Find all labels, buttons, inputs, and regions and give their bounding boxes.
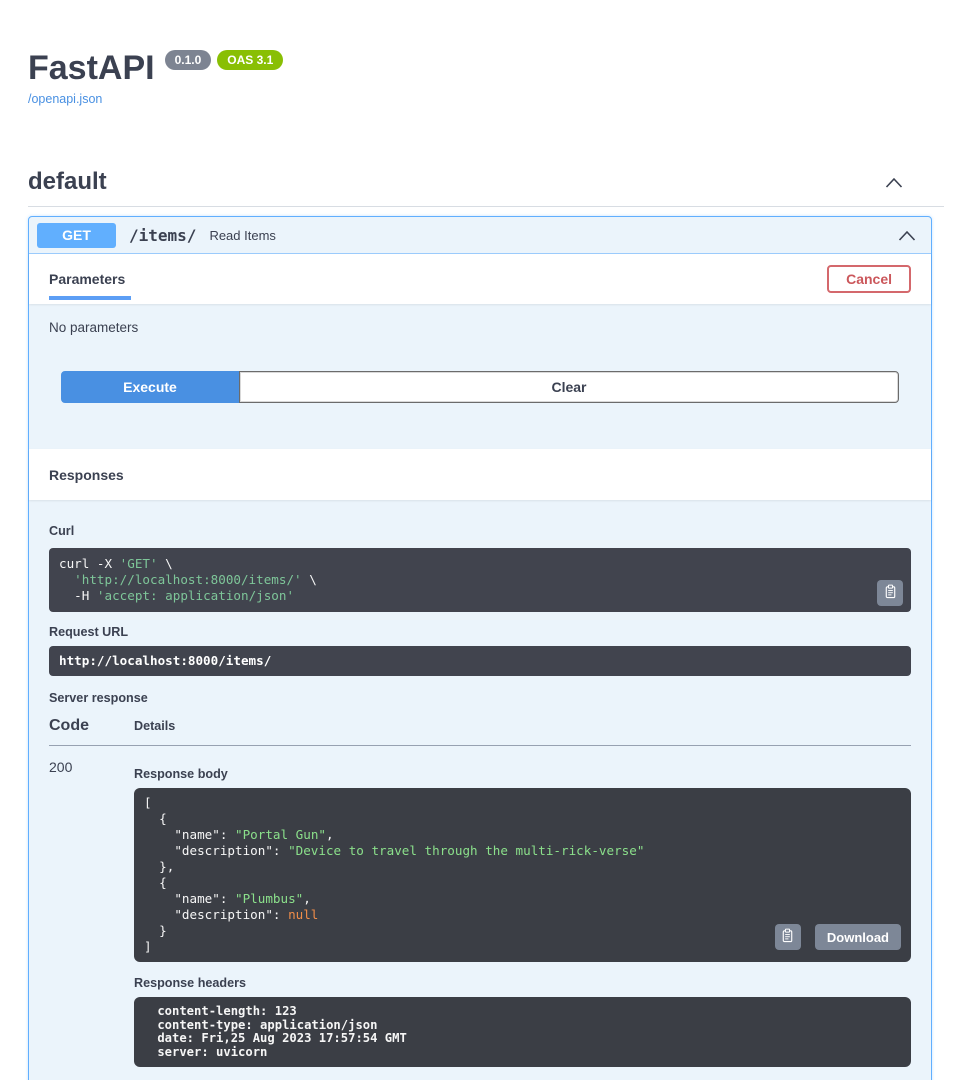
opblock-summary[interactable]: GET /items/ Read Items: [29, 217, 931, 254]
request-url-block: http://localhost:8000/items/: [49, 646, 911, 676]
download-button[interactable]: Download: [815, 924, 901, 950]
parameters-container: No parameters Execute Clear: [29, 304, 931, 449]
oas-badge: OAS 3.1: [217, 50, 283, 70]
responses-section-header: Responses: [29, 449, 931, 500]
openapi-spec-link[interactable]: /openapi.json: [28, 92, 102, 106]
tag-divider: [28, 206, 944, 207]
clipboard-icon: [883, 584, 898, 602]
cancel-button[interactable]: Cancel: [827, 265, 911, 293]
curl-code-block: curl -X 'GET' \ 'http://localhost:8000/i…: [49, 548, 911, 612]
chevron-up-icon[interactable]: [884, 174, 904, 190]
execute-wrapper: Execute Clear: [49, 371, 911, 433]
execute-button[interactable]: Execute: [61, 371, 239, 403]
copy-to-clipboard-button[interactable]: [877, 580, 903, 606]
table-header-row: Code Details: [49, 717, 911, 735]
details-column-header: Details: [134, 719, 175, 733]
response-headers-label: Response headers: [134, 976, 911, 990]
opblock-get-items: GET /items/ Read Items Parameters Cancel…: [28, 216, 932, 1080]
tag-section-default[interactable]: default: [28, 168, 932, 196]
clipboard-icon: [780, 928, 795, 946]
curl-label: Curl: [49, 524, 911, 538]
status-code: 200: [49, 759, 134, 775]
tag-title: default: [28, 168, 107, 196]
code-column-header: Code: [49, 717, 134, 735]
no-parameters-text: No parameters: [49, 320, 911, 371]
responses-inner: Curl curl -X 'GET' \ 'http://localhost:8…: [29, 500, 931, 1080]
operation-summary: Read Items: [209, 228, 897, 243]
copy-to-clipboard-button[interactable]: [775, 924, 801, 950]
table-row: 200 Response body [ { "name": "Portal Gu…: [49, 746, 911, 1067]
method-badge: GET: [37, 223, 116, 248]
version-badge: 0.1.0: [165, 50, 212, 70]
response-body-label: Response body: [134, 767, 911, 781]
parameters-section-header: Parameters Cancel: [29, 254, 931, 304]
page-title: FastAPI: [28, 48, 155, 88]
response-body-block: [ { "name": "Portal Gun", "description":…: [134, 788, 911, 962]
request-url-label: Request URL: [49, 625, 911, 639]
chevron-up-icon[interactable]: [897, 228, 917, 242]
clear-button[interactable]: Clear: [239, 371, 899, 403]
api-info: FastAPI 0.1.0 OAS 3.1 /openapi.json: [28, 0, 932, 108]
swagger-ui-page: FastAPI 0.1.0 OAS 3.1 /openapi.json defa…: [28, 0, 932, 1080]
operation-path: /items/: [129, 226, 196, 245]
live-responses-table: Code Details 200 Response body [ { "name…: [49, 717, 911, 1067]
response-headers-block: content-length: 123 content-type: applic…: [134, 997, 911, 1067]
request-url-value: http://localhost:8000/items/: [59, 653, 901, 669]
server-response-label: Server response: [49, 691, 911, 705]
responses-title: Responses: [49, 467, 124, 483]
tab-parameters[interactable]: Parameters: [49, 271, 131, 300]
